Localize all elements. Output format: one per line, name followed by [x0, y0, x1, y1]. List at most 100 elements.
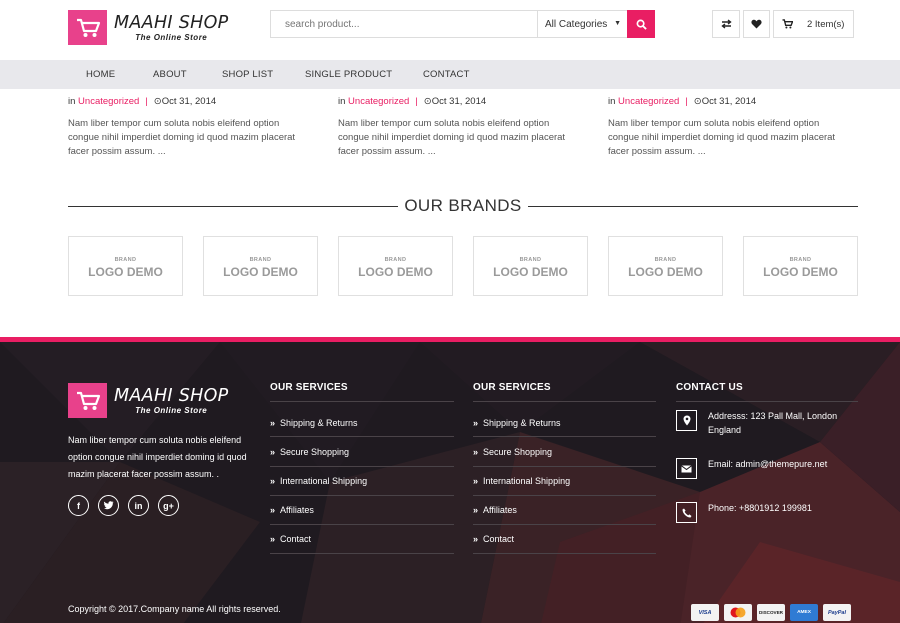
linkedin-icon[interactable]: in [128, 495, 149, 516]
nav-about[interactable]: ABOUT [153, 69, 187, 80]
post-prefix: in [68, 96, 76, 107]
link-label: Secure Shopping [483, 447, 553, 457]
link-label: Shipping & Returns [483, 418, 561, 428]
chevron-right-icon: » [270, 447, 276, 457]
divider [270, 495, 454, 496]
wishlist-button[interactable] [743, 10, 770, 38]
google-plus-icon[interactable]: g+ [158, 495, 179, 516]
compare-button[interactable] [712, 10, 740, 38]
cart-logo-icon [68, 383, 107, 418]
category-select[interactable]: All Categories ▼ [537, 11, 627, 37]
footer-link-contact[interactable]: » Contact [473, 534, 514, 544]
search-button[interactable] [627, 10, 655, 38]
contact-address: Addresss: 123 Pall Mall, London England [708, 411, 838, 435]
footer-link-contact[interactable]: » Contact [270, 534, 311, 544]
post-date: Oct 31, 2014 [701, 96, 757, 107]
footer-brand-tagline: The Online Store [135, 405, 208, 415]
blog-post: in Uncategorized | ⊙Oct 31, 2014 Nam liber… [608, 96, 853, 159]
search-icon [636, 19, 647, 30]
post-category-link[interactable]: Uncategorized [78, 96, 139, 107]
brand-small-text: BRAND [519, 257, 542, 263]
contact-email[interactable]: Email: admin@themepure.net [708, 457, 827, 471]
brand-small-text: BRAND [654, 257, 677, 263]
chevron-right-icon: » [473, 476, 479, 486]
brands-title: OUR BRANDS [404, 196, 522, 215]
brand-small-text: BRAND [789, 257, 812, 263]
services-column-2: OUR SERVICES [473, 382, 656, 393]
post-category-link[interactable]: Uncategorized [618, 96, 679, 107]
site-header: MAAHI SHOP The Online Store All Categori… [0, 0, 900, 60]
main-nav: HOME ABOUT SHOP LIST SINGLE PRODUCT CONT… [0, 60, 900, 89]
amex-card-icon: AMEX [790, 604, 818, 621]
link-label: Contact [483, 534, 515, 544]
post-meta: in Uncategorized | ⊙Oct 31, 2014 [68, 96, 313, 108]
link-label: Affiliates [483, 505, 517, 515]
compare-icon [720, 19, 732, 29]
services-heading: OUR SERVICES [473, 382, 551, 393]
copyright-text: Copyright © 2017.Company name All rights… [68, 604, 281, 614]
blog-post: in Uncategorized | ⊙Oct 31, 2014 Nam liber… [68, 96, 313, 159]
brand-logo[interactable]: BRAND LOGO DEMO [203, 236, 318, 296]
nav-shop-list[interactable]: SHOP LIST [222, 69, 273, 80]
cart-button[interactable]: 2 Item(s) [773, 10, 854, 38]
footer-link-affiliates[interactable]: » Affiliates [473, 505, 517, 515]
link-label: Secure Shopping [280, 447, 350, 457]
divider [473, 524, 656, 525]
contact-heading: CONTACT US [676, 382, 743, 393]
post-meta: in Uncategorized | ⊙Oct 31, 2014 [608, 96, 853, 108]
envelope-icon [676, 458, 697, 479]
brand-logo[interactable]: BRAND LOGO DEMO [608, 236, 723, 296]
nav-home[interactable]: HOME [86, 69, 115, 80]
footer-logo[interactable]: MAAHI SHOP The Online Store [68, 383, 229, 418]
brand-small-text: BRAND [384, 257, 407, 263]
link-label: Shipping & Returns [280, 418, 358, 428]
search-bar: All Categories ▼ [270, 10, 655, 38]
clock-icon: ⊙ [153, 96, 162, 107]
divider [270, 436, 454, 437]
clock-icon: ⊙ [693, 96, 702, 107]
link-label: International Shipping [280, 476, 368, 486]
site-logo[interactable]: MAAHI SHOP The Online Store [68, 10, 229, 45]
brand-logo[interactable]: BRAND LOGO DEMO [743, 236, 858, 296]
post-category-link[interactable]: Uncategorized [348, 96, 409, 107]
brand-big-text: LOGO DEMO [223, 265, 298, 279]
twitter-icon[interactable] [98, 495, 119, 516]
cart-logo-icon [68, 10, 107, 45]
divider [270, 466, 454, 467]
brand-logo[interactable]: BRAND LOGO DEMO [68, 236, 183, 296]
contact-phone[interactable]: Phone: +8801912 199981 [708, 501, 812, 515]
link-label: Affiliates [280, 505, 314, 515]
footer-brand-name: MAAHI SHOP [114, 385, 229, 406]
footer-link-secure[interactable]: » Secure Shopping [270, 447, 349, 457]
post-prefix: in [338, 96, 346, 107]
chevron-right-icon: » [473, 418, 479, 428]
chevron-right-icon: » [270, 505, 276, 515]
footer-about-text: Nam liber tempor cum soluta nobis eleife… [68, 435, 247, 479]
footer-link-international[interactable]: » International Shipping [473, 476, 570, 486]
payment-cards: VISA DISCOVER AMEX PayPal [691, 604, 851, 621]
social-links: f in g+ [68, 495, 179, 516]
facebook-icon[interactable]: f [68, 495, 89, 516]
nav-contact[interactable]: CONTACT [423, 69, 470, 80]
divider [473, 401, 656, 402]
brand-small-text: BRAND [114, 257, 137, 263]
brand-big-text: LOGO DEMO [628, 265, 703, 279]
footer-link-international[interactable]: » International Shipping [270, 476, 367, 486]
divider [473, 466, 656, 467]
chevron-right-icon: » [473, 534, 479, 544]
footer-link-secure[interactable]: » Secure Shopping [473, 447, 552, 457]
nav-single-product[interactable]: SINGLE PRODUCT [305, 69, 392, 80]
search-input[interactable] [271, 11, 537, 37]
footer-link-shipping[interactable]: » Shipping & Returns [270, 418, 358, 428]
cart-icon [782, 19, 793, 29]
brand-big-text: LOGO DEMO [763, 265, 838, 279]
footer-link-shipping[interactable]: » Shipping & Returns [473, 418, 561, 428]
brand-big-text: LOGO DEMO [88, 265, 163, 279]
brand-logo[interactable]: BRAND LOGO DEMO [473, 236, 588, 296]
services-heading: OUR SERVICES [270, 382, 348, 393]
services-column-1: OUR SERVICES [270, 382, 454, 393]
footer-link-affiliates[interactable]: » Affiliates [270, 505, 314, 515]
phone-icon [676, 502, 697, 523]
visa-card-icon: VISA [691, 604, 719, 621]
brand-logo[interactable]: BRAND LOGO DEMO [338, 236, 453, 296]
